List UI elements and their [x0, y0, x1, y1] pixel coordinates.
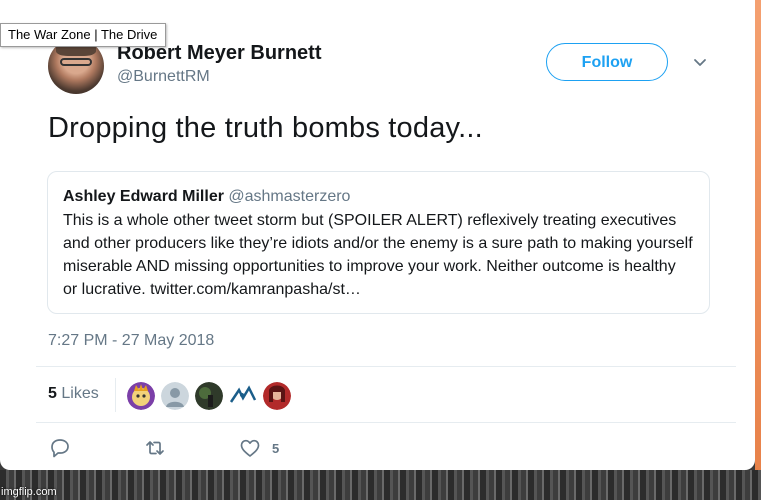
divider: [36, 366, 736, 367]
quoted-author-handle: @ashmasterzero: [228, 188, 351, 205]
tweet-text: Dropping the truth bombs today...: [48, 112, 483, 144]
divider: [36, 422, 736, 423]
quoted-tweet-text: This is a whole other tweet storm but (S…: [63, 212, 693, 298]
author-handle[interactable]: @BurnettRM: [117, 68, 210, 86]
tweet-actions: 5: [0, 436, 755, 466]
watermark: imgflip.com: [1, 486, 57, 498]
quoted-tweet-header: Ashley Edward Miller @ashmasterzero: [63, 186, 693, 208]
likes-count: 5: [48, 385, 57, 402]
heart-icon[interactable]: [238, 436, 262, 460]
likes-label: Likes: [61, 385, 99, 402]
liker-avatar[interactable]: [229, 382, 257, 410]
liker-avatar[interactable]: [127, 382, 155, 410]
retweet-icon[interactable]: [143, 436, 167, 460]
window-title-tooltip: The War Zone | The Drive: [0, 23, 167, 47]
quoted-tweet[interactable]: Ashley Edward Miller @ashmasterzero This…: [47, 171, 710, 314]
chevron-down-icon[interactable]: [692, 54, 708, 70]
tweet-card: Robert Meyer Burnett @BurnettRM Follow D…: [0, 0, 755, 470]
follow-button[interactable]: Follow: [546, 43, 668, 81]
heart-count: 5: [272, 441, 280, 456]
liker-avatar[interactable]: [263, 382, 291, 410]
background-edge: [755, 0, 761, 470]
divider: [115, 378, 116, 412]
tweet-timestamp[interactable]: 7:27 PM - 27 May 2018: [48, 332, 214, 350]
reply-icon[interactable]: [48, 436, 72, 460]
liker-avatar[interactable]: [161, 382, 189, 410]
quoted-author-name: Ashley Edward Miller: [63, 188, 224, 205]
liker-avatar[interactable]: [195, 382, 223, 410]
background-strip: [0, 470, 761, 500]
likes-stat[interactable]: 5 Likes: [48, 385, 99, 403]
